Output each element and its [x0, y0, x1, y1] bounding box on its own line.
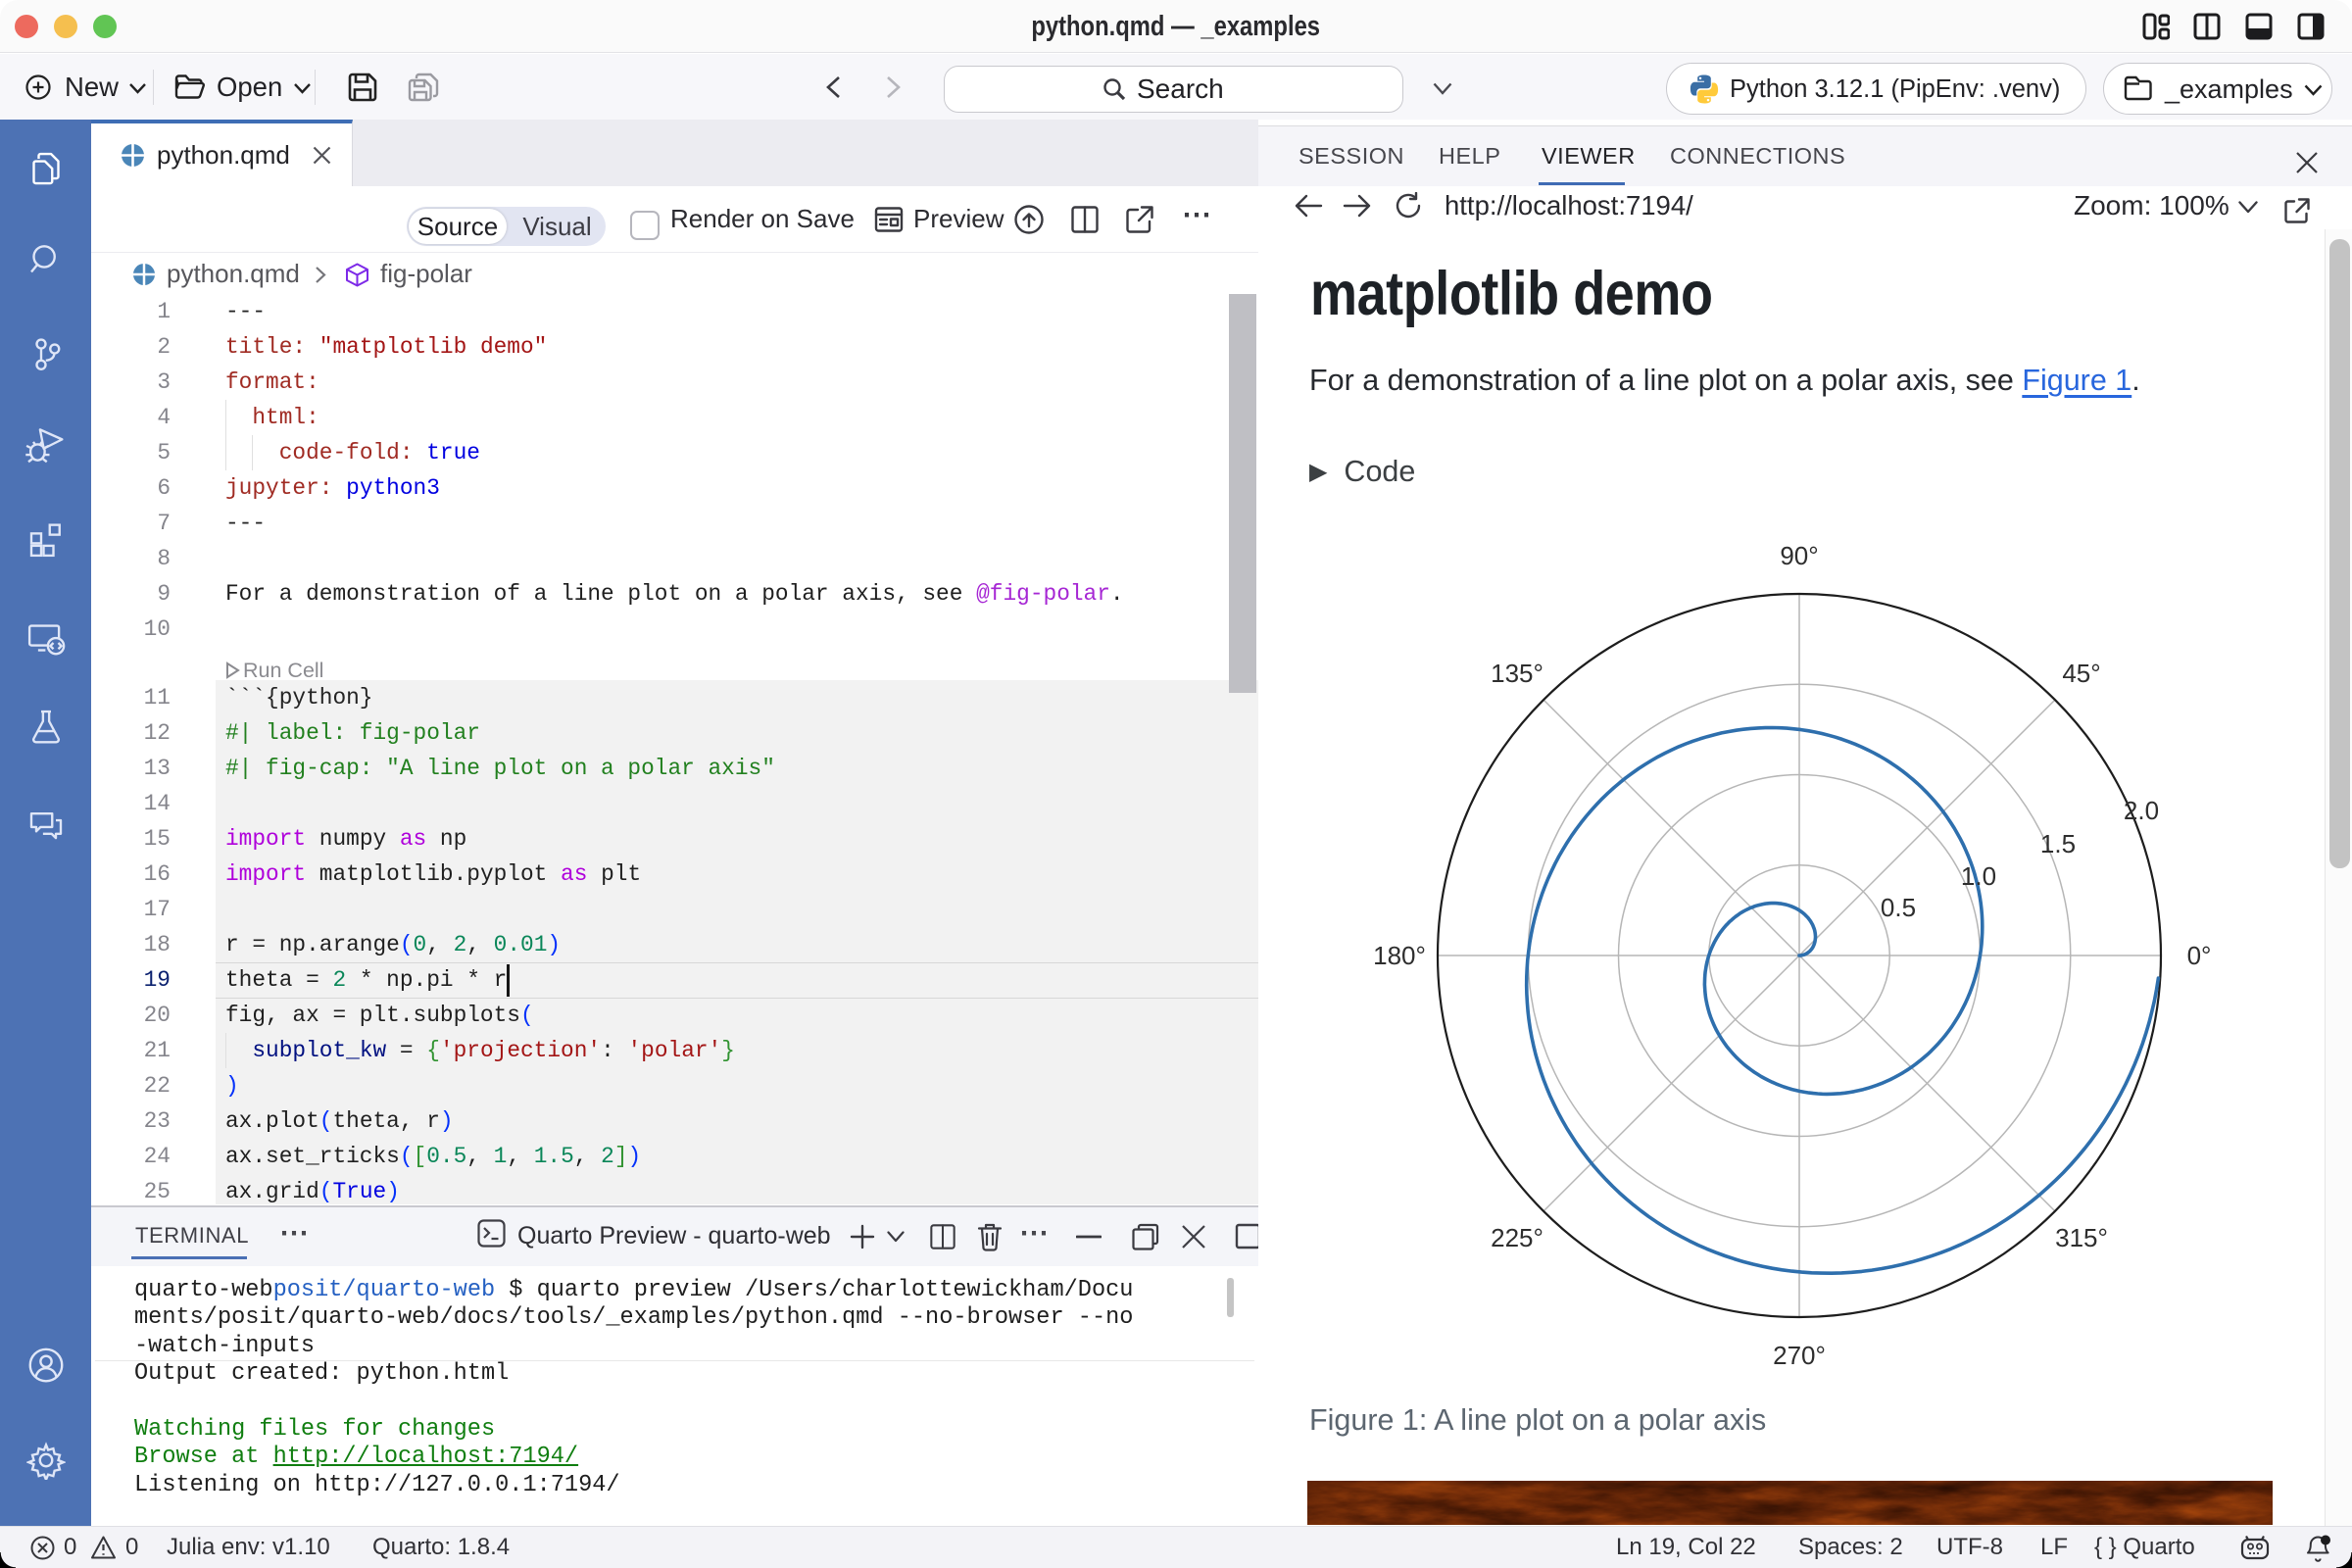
svg-text:90°: 90°	[1780, 541, 1818, 570]
svg-text:45°: 45°	[2062, 659, 2100, 688]
svg-text:180°: 180°	[1373, 941, 1426, 970]
svg-text:0.5: 0.5	[1881, 893, 1916, 922]
svg-text:135°: 135°	[1491, 659, 1544, 688]
svg-text:1.5: 1.5	[2040, 829, 2076, 858]
svg-text:2.0: 2.0	[2124, 796, 2159, 825]
svg-text:1.0: 1.0	[1961, 861, 1996, 891]
svg-text:0°: 0°	[2187, 941, 2212, 970]
svg-text:225°: 225°	[1491, 1223, 1544, 1252]
svg-text:315°: 315°	[2055, 1223, 2108, 1252]
svg-text:270°: 270°	[1773, 1341, 1826, 1370]
